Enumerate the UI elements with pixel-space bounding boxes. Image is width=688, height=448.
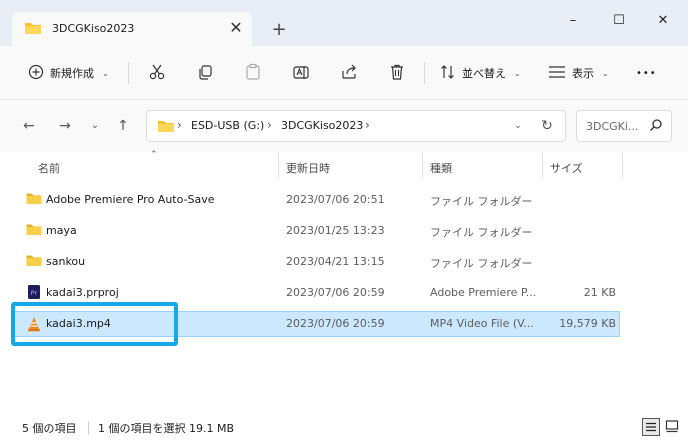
back-arrow-icon[interactable]: ← <box>18 114 40 138</box>
tab-bar: 3DCGKiso2023 ✕ + – ☐ ✕ <box>0 0 688 46</box>
paste-button[interactable] <box>244 58 262 88</box>
details-view-icon[interactable] <box>642 418 660 436</box>
file-name: maya <box>46 224 77 237</box>
more-options-button[interactable]: ••• <box>636 58 657 88</box>
recent-locations-chevron-icon[interactable]: ⌄ <box>84 114 106 138</box>
chevron-down-icon: ⌄ <box>514 68 521 78</box>
copy-icon <box>196 63 214 84</box>
file-name: Adobe Premiere Pro Auto-Save <box>46 193 215 206</box>
file-row[interactable]: sankou 2023/04/21 13:15 ファイル フォルダー <box>12 249 620 275</box>
file-row[interactable]: Adobe Premiere Pro Auto-Save 2023/07/06 … <box>12 187 620 213</box>
breadcrumb-separator: › <box>177 118 182 132</box>
search-icon[interactable] <box>649 118 663 135</box>
close-window-button[interactable]: ✕ <box>640 8 686 34</box>
column-header-type[interactable]: 種類 <box>430 160 452 176</box>
svg-text:Pr: Pr <box>31 289 38 297</box>
scissors-icon <box>148 63 166 84</box>
share-button[interactable] <box>340 58 358 88</box>
breadcrumb-drive[interactable]: ESD-USB (G:) <box>191 119 264 132</box>
address-bar[interactable]: › ESD-USB (G:) › 3DCGKiso2023 › ⌄ ↻ <box>146 110 566 142</box>
copy-button[interactable] <box>196 58 214 88</box>
sort-button-label: 並べ替え <box>462 67 506 80</box>
refresh-icon[interactable]: ↻ <box>537 116 557 136</box>
item-count: 5 個の項目 <box>22 422 77 435</box>
rename-button[interactable] <box>292 58 310 88</box>
column-divider[interactable] <box>278 153 279 179</box>
tab-title: 3DCGKiso2023 <box>52 22 135 35</box>
search-box[interactable]: 3DCGKi... <box>576 110 672 142</box>
column-header-name[interactable]: 名前 <box>38 160 60 176</box>
file-name: kadai3.prproj <box>46 286 119 299</box>
file-date: 2023/07/06 20:59 <box>286 286 385 299</box>
tiles-view-icon[interactable] <box>664 418 682 436</box>
folder-icon <box>26 192 42 208</box>
folder-icon <box>24 21 42 38</box>
cut-button[interactable] <box>148 58 166 88</box>
close-tab-icon[interactable]: ✕ <box>226 18 246 38</box>
status-divider <box>88 421 89 435</box>
sort-arrows-icon <box>440 64 456 83</box>
share-icon <box>340 63 358 84</box>
file-type: ファイル フォルダー <box>430 257 533 270</box>
view-button[interactable]: 表示 ⌄ <box>548 58 609 88</box>
breadcrumb-folder[interactable]: 3DCGKiso2023 <box>281 119 363 132</box>
file-row[interactable]: maya 2023/01/25 13:23 ファイル フォルダー <box>12 218 620 244</box>
maximize-button[interactable]: ☐ <box>596 8 642 34</box>
file-name: sankou <box>46 255 86 268</box>
new-tab-button[interactable]: + <box>266 17 292 43</box>
rename-icon <box>292 63 310 84</box>
file-type: Adobe Premiere P... <box>430 286 537 299</box>
address-row: ← → ⌄ ↑ › ESD-USB (G:) › 3DCGKiso2023 › … <box>0 100 688 152</box>
toolbar-divider <box>424 62 425 84</box>
highlight-annotation-box <box>11 302 178 346</box>
file-size: 21 KB <box>583 286 616 299</box>
search-placeholder: 3DCGKi... <box>586 120 639 133</box>
column-header-date[interactable]: 更新日時 <box>286 160 330 176</box>
premiere-project-icon: Pr <box>28 285 40 302</box>
view-button-label: 表示 <box>572 67 594 80</box>
toolbar-divider <box>128 62 129 84</box>
file-date: 2023/01/25 13:23 <box>286 224 385 237</box>
file-date: 2023/04/21 13:15 <box>286 255 385 268</box>
address-dropdown-icon[interactable]: ⌄ <box>509 117 527 135</box>
column-divider[interactable] <box>622 153 623 179</box>
file-type: ファイル フォルダー <box>430 195 533 208</box>
delete-button[interactable] <box>388 58 406 88</box>
new-button-label: 新規作成 <box>50 67 94 80</box>
minimize-button[interactable]: – <box>550 8 596 34</box>
folder-icon <box>157 119 175 136</box>
breadcrumb-separator: › <box>365 118 370 132</box>
file-size: 19,579 KB <box>559 317 616 330</box>
file-date: 2023/07/06 20:59 <box>286 317 385 330</box>
chevron-down-icon: ⌄ <box>102 68 109 78</box>
trash-icon <box>388 63 406 84</box>
view-lines-icon <box>548 65 566 82</box>
forward-arrow-icon[interactable]: → <box>54 114 76 138</box>
tab-3dcgkiso2023[interactable]: 3DCGKiso2023 ✕ <box>12 12 252 46</box>
file-type: MP4 Video File (V... <box>430 317 534 330</box>
plus-circle-icon <box>28 64 44 83</box>
chevron-down-icon: ⌄ <box>602 68 609 78</box>
selection-info: 1 個の項目を選択 19.1 MB <box>98 422 235 435</box>
status-bar: 5 個の項目 1 個の項目を選択 19.1 MB <box>0 412 688 440</box>
command-bar: 新規作成 ⌄ 並べ替え ⌄ 表示 ⌄ ••• <box>0 46 688 100</box>
breadcrumb-separator: › <box>267 118 272 132</box>
folder-icon <box>26 223 42 239</box>
column-divider[interactable] <box>422 153 423 179</box>
clipboard-icon <box>244 63 262 84</box>
sort-ascending-icon: ⌃ <box>150 150 158 160</box>
file-date: 2023/07/06 20:51 <box>286 193 385 206</box>
new-button[interactable]: 新規作成 ⌄ <box>28 58 109 88</box>
up-arrow-icon[interactable]: ↑ <box>112 114 134 138</box>
column-header-size[interactable]: サイズ <box>550 160 583 176</box>
file-type: ファイル フォルダー <box>430 226 533 239</box>
column-divider[interactable] <box>542 153 543 179</box>
folder-icon <box>26 254 42 270</box>
sort-button[interactable]: 並べ替え ⌄ <box>440 58 521 88</box>
